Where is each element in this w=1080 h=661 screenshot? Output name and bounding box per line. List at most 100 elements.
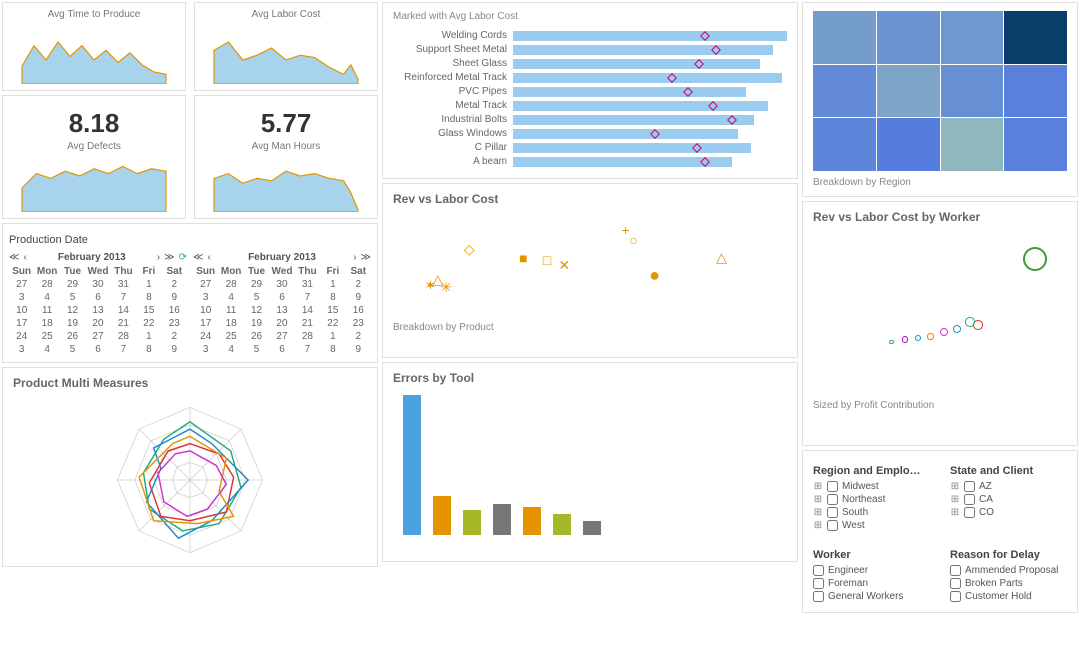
calendar-day[interactable]: 17 bbox=[9, 317, 34, 330]
cal-prev-month-icon[interactable]: ‹ bbox=[207, 252, 210, 263]
calendar-day[interactable]: 31 bbox=[111, 278, 136, 291]
calendar-day[interactable]: 16 bbox=[162, 304, 187, 317]
calendar-day[interactable]: 27 bbox=[193, 278, 218, 291]
calendar-day[interactable]: 9 bbox=[162, 291, 187, 304]
filter-item[interactable]: ⊞CO bbox=[950, 507, 1067, 518]
calendar-day[interactable]: 1 bbox=[320, 278, 345, 291]
calendar-day[interactable]: 29 bbox=[244, 278, 269, 291]
calendar-day[interactable]: 27 bbox=[85, 330, 110, 343]
calendar-day[interactable]: 1 bbox=[136, 330, 161, 343]
calendar-day[interactable]: 9 bbox=[346, 291, 371, 304]
cal-next-year-icon[interactable]: ≫ bbox=[164, 252, 174, 263]
calendar-day[interactable]: 15 bbox=[320, 304, 345, 317]
calendar-day[interactable]: 13 bbox=[85, 304, 110, 317]
filter-item[interactable]: Customer Hold bbox=[950, 591, 1067, 602]
filter-item[interactable]: ⊞West bbox=[813, 520, 930, 531]
filter-checkbox[interactable] bbox=[950, 565, 961, 576]
calendar-day[interactable]: 18 bbox=[218, 317, 243, 330]
expand-icon[interactable]: ⊞ bbox=[813, 494, 823, 505]
calendar-day[interactable]: 25 bbox=[34, 330, 59, 343]
calendar-day[interactable]: 2 bbox=[346, 278, 371, 291]
filter-item[interactable]: Ammended Proposal bbox=[950, 565, 1067, 576]
filter-checkbox[interactable] bbox=[813, 578, 824, 589]
filter-checkbox[interactable] bbox=[964, 507, 975, 518]
calendar-day[interactable]: 8 bbox=[136, 343, 161, 356]
calendar-day[interactable]: 10 bbox=[193, 304, 218, 317]
calendar-day[interactable]: 9 bbox=[346, 343, 371, 356]
calendar-day[interactable]: 6 bbox=[269, 343, 294, 356]
filter-item[interactable]: General Workers bbox=[813, 591, 930, 602]
calendar-day[interactable]: 5 bbox=[60, 291, 85, 304]
expand-icon[interactable]: ⊞ bbox=[950, 507, 960, 518]
calendar-panel[interactable]: Production Date ≪ ‹ February 2013 › ≫ ⟳ … bbox=[2, 223, 378, 363]
calendar-day[interactable]: 28 bbox=[111, 330, 136, 343]
calendar-day[interactable]: 3 bbox=[193, 343, 218, 356]
calendar-day[interactable]: 7 bbox=[295, 343, 320, 356]
expand-icon[interactable]: ⊞ bbox=[950, 494, 960, 505]
filter-item[interactable]: ⊞Northeast bbox=[813, 494, 930, 505]
calendar-day[interactable]: 14 bbox=[295, 304, 320, 317]
filter-item[interactable]: Broken Parts bbox=[950, 578, 1067, 589]
filter-checkbox[interactable] bbox=[964, 481, 975, 492]
calendar-day[interactable]: 3 bbox=[9, 343, 34, 356]
filter-item[interactable]: ⊞CA bbox=[950, 494, 1067, 505]
calendar-day[interactable]: 8 bbox=[320, 291, 345, 304]
calendar-day[interactable]: 30 bbox=[85, 278, 110, 291]
calendar-day[interactable]: 20 bbox=[85, 317, 110, 330]
calendar-day[interactable]: 4 bbox=[34, 291, 59, 304]
calendar-day[interactable]: 26 bbox=[60, 330, 85, 343]
cal-next-month-icon[interactable]: › bbox=[353, 252, 356, 263]
calendar-day[interactable]: 4 bbox=[218, 343, 243, 356]
calendar-day[interactable]: 21 bbox=[111, 317, 136, 330]
filter-checkbox[interactable] bbox=[827, 494, 838, 505]
filter-checkbox[interactable] bbox=[950, 591, 961, 602]
calendar-day[interactable]: 11 bbox=[218, 304, 243, 317]
expand-icon[interactable]: ⊞ bbox=[813, 520, 823, 531]
filter-checkbox[interactable] bbox=[827, 520, 838, 531]
filter-item[interactable]: ⊞South bbox=[813, 507, 930, 518]
calendar-day[interactable]: 23 bbox=[346, 317, 371, 330]
calendar-day[interactable]: 8 bbox=[136, 291, 161, 304]
cal-next-year-icon[interactable]: ≫ bbox=[361, 252, 371, 263]
calendar-day[interactable]: 1 bbox=[320, 330, 345, 343]
calendar-day[interactable]: 19 bbox=[244, 317, 269, 330]
filter-item[interactable]: ⊞AZ bbox=[950, 481, 1067, 492]
calendar-day[interactable]: 7 bbox=[111, 343, 136, 356]
calendar-day[interactable]: 31 bbox=[295, 278, 320, 291]
calendar-day[interactable]: 3 bbox=[9, 291, 34, 304]
cal-prev-year-icon[interactable]: ≪ bbox=[9, 252, 19, 263]
filter-checkbox[interactable] bbox=[813, 591, 824, 602]
filter-item[interactable]: Foreman bbox=[813, 578, 930, 589]
calendar-day[interactable]: 27 bbox=[269, 330, 294, 343]
calendar-day[interactable]: 24 bbox=[193, 330, 218, 343]
calendar-day[interactable]: 22 bbox=[136, 317, 161, 330]
calendar-day[interactable]: 30 bbox=[269, 278, 294, 291]
cal-link-icon[interactable]: ⟳ bbox=[179, 252, 187, 263]
calendar-day[interactable]: 3 bbox=[193, 291, 218, 304]
calendar-day[interactable]: 4 bbox=[34, 343, 59, 356]
cal-next-month-icon[interactable]: › bbox=[157, 252, 160, 263]
calendar-day[interactable]: 25 bbox=[218, 330, 243, 343]
calendar-day[interactable]: 2 bbox=[346, 330, 371, 343]
calendar-day[interactable]: 5 bbox=[244, 291, 269, 304]
calendar-day[interactable]: 12 bbox=[60, 304, 85, 317]
calendar-day[interactable]: 11 bbox=[34, 304, 59, 317]
expand-icon[interactable]: ⊞ bbox=[813, 507, 823, 518]
cal-prev-month-icon[interactable]: ‹ bbox=[23, 252, 26, 263]
calendar-left[interactable]: ≪ ‹ February 2013 › ≫ ⟳ SunMonTueWedThuF… bbox=[9, 252, 187, 356]
filter-item[interactable]: Engineer bbox=[813, 565, 930, 576]
calendar-day[interactable]: 6 bbox=[85, 343, 110, 356]
calendar-day[interactable]: 24 bbox=[9, 330, 34, 343]
calendar-day[interactable]: 18 bbox=[34, 317, 59, 330]
calendar-day[interactable]: 4 bbox=[218, 291, 243, 304]
expand-icon[interactable]: ⊞ bbox=[813, 481, 823, 492]
calendar-day[interactable]: 19 bbox=[60, 317, 85, 330]
calendar-day[interactable]: 8 bbox=[320, 343, 345, 356]
calendar-day[interactable]: 28 bbox=[218, 278, 243, 291]
calendar-day[interactable]: 17 bbox=[193, 317, 218, 330]
calendar-day[interactable]: 16 bbox=[346, 304, 371, 317]
calendar-day[interactable]: 29 bbox=[60, 278, 85, 291]
calendar-day[interactable]: 27 bbox=[9, 278, 34, 291]
calendar-day[interactable]: 2 bbox=[162, 330, 187, 343]
filter-item[interactable]: ⊞Midwest bbox=[813, 481, 930, 492]
